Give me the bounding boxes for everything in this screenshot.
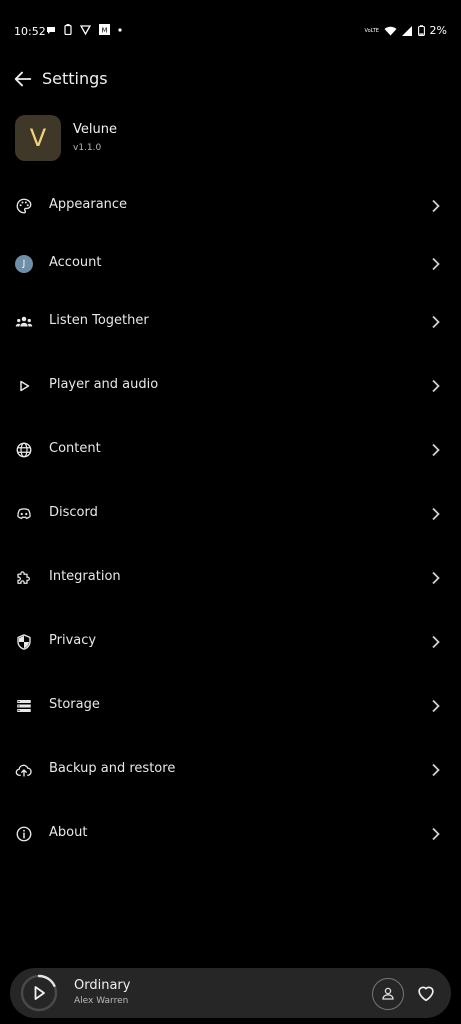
menu-item-label: Account: [49, 255, 102, 270]
app-notification-icon: M: [99, 24, 110, 35]
globe-icon: [16, 442, 32, 458]
menu-item-backup-restore[interactable]: Backup and restore: [0, 747, 461, 793]
back-arrow-icon[interactable]: [12, 68, 34, 90]
menu-item-label: Discord: [49, 505, 98, 520]
menu-item-privacy[interactable]: Privacy: [0, 619, 461, 665]
chevron-right-icon: [432, 315, 440, 329]
menu-item-label: Content: [49, 441, 101, 456]
discord-icon: [17, 508, 31, 519]
battery-percent: 2%: [429, 24, 447, 37]
menu-item-label: Player and audio: [49, 377, 159, 392]
menu-item-label: Listen Together: [49, 313, 149, 328]
chevron-right-icon: [432, 827, 440, 841]
storage-icon: [17, 700, 31, 712]
battery-saver-icon: [64, 24, 72, 35]
chevron-right-icon: [432, 635, 440, 649]
menu-item-content[interactable]: Content: [0, 427, 461, 473]
status-time: 10:52: [14, 25, 46, 38]
puzzle-icon: [17, 571, 30, 584]
chevron-right-icon: [432, 507, 440, 521]
wifi-icon: [384, 26, 397, 35]
chevron-right-icon: [432, 699, 440, 713]
avatar-icon: J: [15, 255, 33, 273]
group-icon: [15, 316, 33, 327]
cloud-sync-icon: [15, 764, 32, 777]
page-title: Settings: [42, 69, 108, 88]
chevron-right-icon: [432, 763, 440, 777]
listen-together-button[interactable]: [372, 978, 404, 1010]
dot-icon: [118, 27, 122, 32]
person-icon: [382, 987, 394, 1000]
notification-icons: M: [46, 24, 122, 35]
chat-icon: [47, 26, 55, 34]
chevron-right-icon: [432, 199, 440, 213]
menu-item-account[interactable]: J Account: [0, 241, 461, 287]
volte-indicator: VoLTE: [364, 27, 379, 34]
chevron-right-icon: [432, 257, 440, 271]
progress-ring: [37, 974, 56, 987]
menu-item-appearance[interactable]: Appearance: [0, 183, 461, 229]
palette-icon: [16, 198, 32, 214]
menu-item-label: Appearance: [49, 197, 128, 212]
menu-item-storage[interactable]: Storage: [0, 683, 461, 729]
favorite-heart-icon[interactable]: [415, 982, 437, 1004]
song-title: Ordinary: [74, 978, 131, 993]
play-pause-button[interactable]: [18, 972, 60, 1014]
system-icons: VoLTE 2%: [365, 24, 447, 37]
menu-item-player-audio[interactable]: Player and audio: [0, 363, 461, 409]
chevron-right-icon: [432, 443, 440, 457]
app-name: Velune: [73, 122, 117, 137]
song-artist: Alex Warren: [74, 996, 129, 1006]
menu-item-discord[interactable]: Discord: [0, 491, 461, 537]
menu-item-label: Backup and restore: [49, 761, 176, 776]
vpn-icon: [80, 24, 91, 35]
menu-item-listen-together[interactable]: Listen Together: [0, 299, 461, 345]
app-version: v1.1.0: [73, 143, 102, 153]
shield-icon: [17, 634, 31, 650]
menu-item-about[interactable]: About: [0, 811, 461, 857]
app-logo: V: [15, 115, 61, 161]
svg-text:M: M: [101, 27, 107, 35]
menu-item-label: About: [49, 825, 88, 840]
menu-item-label: Storage: [49, 697, 100, 712]
menu-item-label: Integration: [49, 569, 121, 584]
menu-item-integration[interactable]: Integration: [0, 555, 461, 601]
avatar-letter: J: [22, 259, 26, 269]
play-icon: [20, 380, 30, 392]
mini-player[interactable]: Ordinary Alex Warren: [10, 968, 451, 1018]
signal-icon: [401, 25, 412, 36]
status-bar: 10:52 M VoLTE 2%: [0, 0, 461, 58]
app-info-card: V Velune v1.1.0: [0, 112, 461, 168]
menu-item-label: Privacy: [49, 633, 97, 648]
top-app-bar: Settings: [0, 58, 461, 102]
info-icon: [16, 826, 32, 842]
battery-icon: [417, 25, 425, 36]
chevron-right-icon: [432, 571, 440, 585]
chevron-right-icon: [432, 379, 440, 393]
